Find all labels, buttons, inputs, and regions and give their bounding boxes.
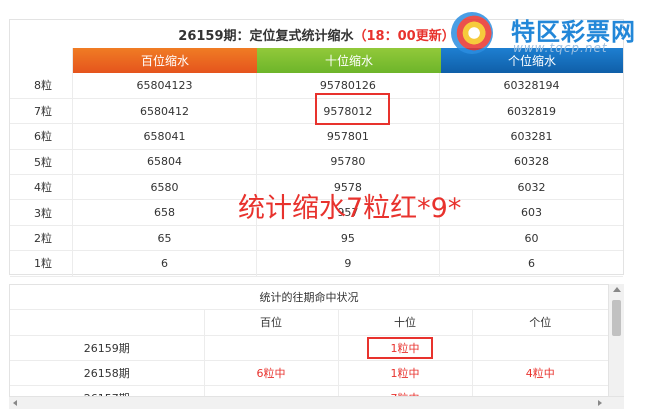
row-label: 4粒 bbox=[10, 174, 74, 201]
title-update-note: （18：00更新） bbox=[353, 28, 455, 44]
cell-hundreds: 65804 bbox=[72, 149, 257, 176]
cell-units: 6032819 bbox=[439, 98, 623, 125]
site-logo: 特区彩票网 www.tqcp.net bbox=[451, 10, 646, 55]
cell-units: 6 bbox=[439, 250, 623, 277]
scroll-up-icon[interactable] bbox=[613, 287, 621, 292]
header-hundreds: 百位缩水 bbox=[73, 48, 257, 73]
header-units: 个位 bbox=[472, 310, 608, 336]
highlight-box-latest-hit bbox=[367, 337, 433, 359]
cell-hundreds: 6580 bbox=[72, 174, 257, 201]
cell-hundreds: 6580412 bbox=[72, 98, 257, 125]
title-issue: 26159期：定位复式统计缩水 bbox=[178, 28, 354, 44]
cell-tens: 957801 bbox=[256, 123, 441, 150]
annotation-overlay: 统计缩水7粒红*9* bbox=[238, 193, 462, 224]
header-tens: 十位缩水 bbox=[257, 48, 441, 73]
header-blank bbox=[10, 48, 73, 73]
cell-tens: 95 bbox=[256, 225, 441, 252]
issue-cell: 26159期 bbox=[10, 335, 205, 361]
hit-hundreds bbox=[204, 335, 339, 361]
scroll-left-icon[interactable] bbox=[13, 400, 17, 406]
vertical-scrollbar[interactable] bbox=[608, 284, 624, 409]
cell-units: 60328194 bbox=[439, 73, 623, 99]
logo-swirl-icon bbox=[451, 12, 493, 54]
scroll-thumb[interactable] bbox=[612, 300, 621, 336]
hit-units bbox=[472, 335, 608, 361]
scroll-right-icon[interactable] bbox=[598, 400, 602, 406]
cell-tens: 95780 bbox=[256, 149, 441, 176]
history-panel: 统计的往期命中状况 百位 十位 个位 26159期 1粒中 26158期 6粒中… bbox=[9, 284, 624, 409]
row-label: 1粒 bbox=[10, 250, 74, 277]
hit-units: 4粒中 bbox=[472, 360, 608, 386]
hit-hundreds: 6粒中 bbox=[204, 360, 339, 386]
table-row: 6粒 658041 957801 603281 bbox=[10, 123, 623, 150]
cell-hundreds: 65 bbox=[72, 225, 257, 252]
hit-tens: 1粒中 bbox=[338, 360, 473, 386]
cell-hundreds: 658 bbox=[72, 199, 257, 226]
history-title: 统计的往期命中状况 bbox=[10, 285, 608, 310]
table-row: 26158期 6粒中 1粒中 4粒中 bbox=[10, 360, 608, 386]
logo-url: www.tqcp.net bbox=[513, 41, 608, 55]
cell-units: 603281 bbox=[439, 123, 623, 150]
cell-units: 60 bbox=[439, 225, 623, 252]
row-label: 5粒 bbox=[10, 149, 74, 176]
row-label: 3粒 bbox=[10, 199, 74, 226]
row-label: 2粒 bbox=[10, 225, 74, 252]
cell-tens: 9 bbox=[256, 250, 441, 277]
cell-hundreds: 6 bbox=[72, 250, 257, 277]
cell-units: 60328 bbox=[439, 149, 623, 176]
history-header-row: 百位 十位 个位 bbox=[10, 310, 608, 336]
table-row: 1粒 6 9 6 bbox=[10, 250, 623, 277]
cell-hundreds: 65804123 bbox=[72, 73, 257, 99]
header-issue bbox=[10, 310, 205, 336]
header-tens: 十位 bbox=[338, 310, 473, 336]
highlight-box-7-tens bbox=[315, 93, 390, 125]
row-label: 6粒 bbox=[10, 123, 74, 150]
cell-units: 603 bbox=[439, 199, 623, 226]
table-row: 5粒 65804 95780 60328 bbox=[10, 149, 623, 176]
history-table: 百位 十位 个位 26159期 1粒中 26158期 6粒中 1粒中 4粒中 2… bbox=[10, 310, 608, 408]
header-hundreds: 百位 bbox=[204, 310, 339, 336]
row-label: 7粒 bbox=[10, 98, 74, 125]
cell-hundreds: 658041 bbox=[72, 123, 257, 150]
row-label: 8粒 bbox=[10, 73, 74, 99]
cell-units: 6032 bbox=[439, 174, 623, 201]
stats-panel: 26159期：定位复式统计缩水 （18：00更新） 百位缩水 十位缩水 个位缩水… bbox=[9, 19, 624, 277]
issue-cell: 26158期 bbox=[10, 360, 205, 386]
table-row: 2粒 65 95 60 bbox=[10, 225, 623, 252]
table-row: 26159期 1粒中 bbox=[10, 335, 608, 361]
horizontal-scrollbar[interactable] bbox=[9, 396, 624, 409]
